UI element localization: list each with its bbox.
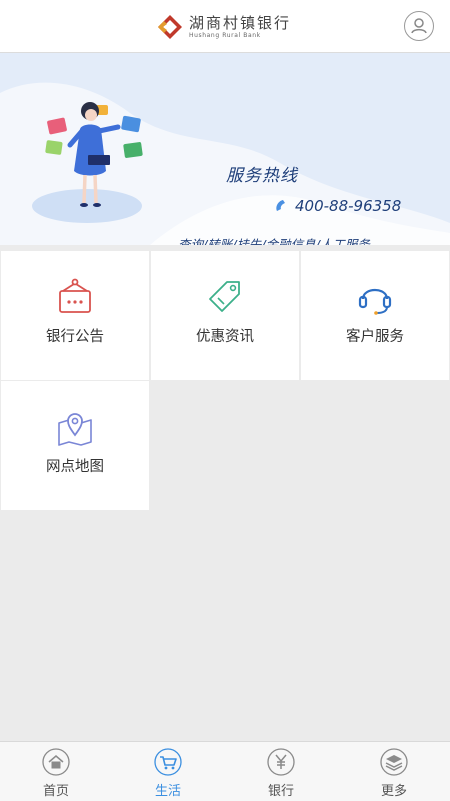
tab-label: 生活 [154, 784, 181, 799]
tab-label: 更多 [380, 784, 407, 799]
yen-icon [267, 748, 295, 776]
map-pin-icon [58, 413, 92, 446]
headset-icon [358, 288, 392, 315]
notice-board-icon [59, 278, 91, 313]
promo-banner[interactable]: 服务热线 400-88-96358 查询/转账/挂失/金融信息/人工服务 [0, 53, 450, 245]
profile-button[interactable] [404, 11, 434, 41]
tile-label: 客户服务 [346, 329, 404, 345]
bottom-tab-bar: 首页 生活 银行 更多 [0, 741, 450, 801]
tab-home[interactable]: 首页 [0, 742, 112, 801]
hotline-number: 400-88-96358 [295, 197, 402, 215]
bank-logo-mark [158, 15, 182, 39]
bank-name-cn: 湖商村镇银行 [189, 13, 292, 32]
tile-customer-service[interactable]: 客户服务 [301, 251, 449, 380]
hotline-phone-row: 400-88-96358 [274, 197, 401, 215]
hotline-title: 服务热线 [226, 166, 298, 186]
tile-promotions[interactable]: 优惠资讯 [151, 251, 299, 380]
tab-label: 首页 [42, 784, 69, 799]
tile-label: 银行公告 [46, 329, 104, 345]
tab-label: 银行 [267, 784, 294, 799]
phone-icon [276, 200, 285, 211]
bank-logo: 湖商村镇银行 Hushang Rural Bank [157, 13, 291, 41]
app-header: 湖商村镇银行 Hushang Rural Bank [0, 0, 450, 53]
tile-label: 优惠资讯 [196, 329, 254, 345]
tab-more[interactable]: 更多 [338, 742, 450, 801]
bank-name-en: Hushang Rural Bank [189, 31, 261, 39]
home-icon [42, 748, 70, 776]
tile-label: 网点地图 [46, 459, 104, 475]
tile-bank-notice[interactable]: 银行公告 [1, 251, 149, 380]
cart-icon [154, 748, 182, 776]
user-icon [411, 18, 427, 34]
tab-bank[interactable]: 银行 [225, 742, 337, 801]
banner-illustration [0, 82, 450, 245]
price-tag-icon [209, 281, 240, 312]
layers-icon [380, 748, 408, 776]
hotline-services: 查询/转账/挂失/金融信息/人工服务 [178, 237, 370, 245]
tab-life[interactable]: 生活 [112, 742, 224, 801]
tile-branch-map[interactable]: 网点地图 [1, 381, 149, 510]
